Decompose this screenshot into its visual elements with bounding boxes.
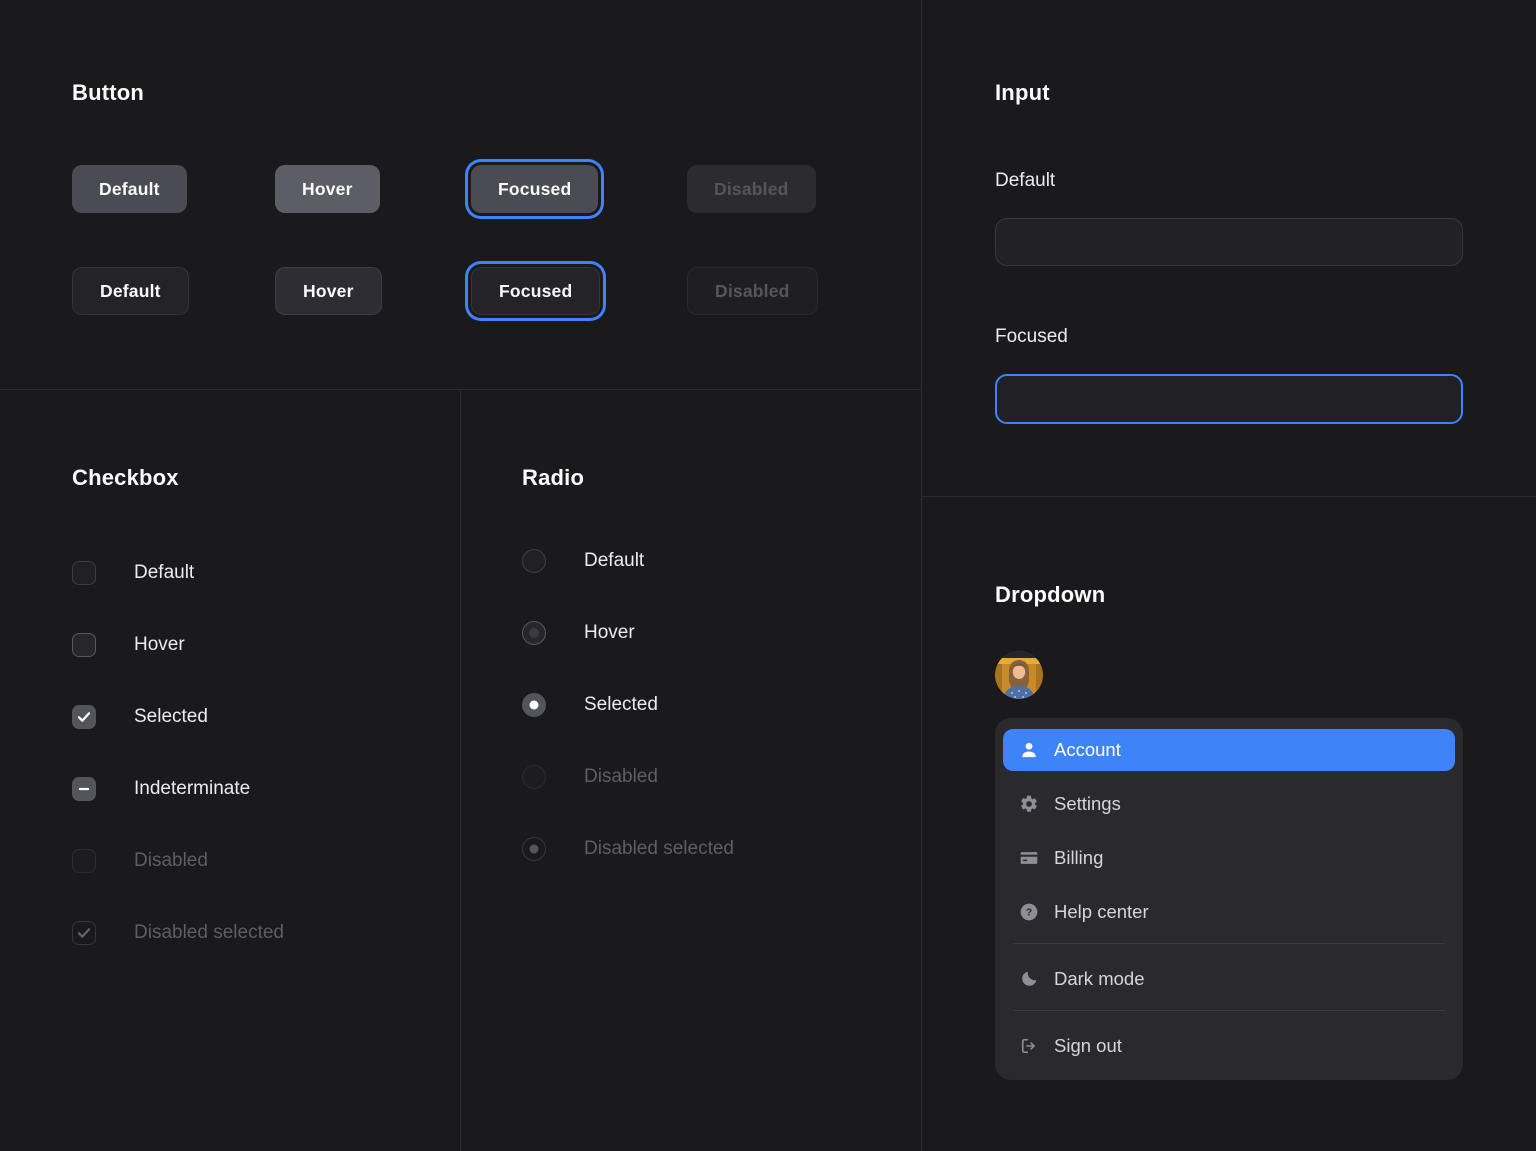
radio-row-default[interactable]: Default [522, 549, 921, 573]
checkbox-row-disabled-selected: Disabled selected [72, 921, 460, 945]
credit-card-icon [1019, 848, 1039, 868]
button-section: Button Default Hover Focused Disabled De… [0, 0, 921, 390]
radio-default[interactable] [522, 549, 546, 573]
text-input-focused[interactable] [995, 374, 1463, 424]
menu-item-settings[interactable]: Settings [1003, 783, 1455, 825]
sign-out-icon [1019, 1036, 1039, 1056]
checkbox-hover[interactable] [72, 633, 96, 657]
radio-label: Default [584, 550, 644, 572]
checkbox-row-indeterminate[interactable]: Indeterminate [72, 777, 460, 801]
input-label-focused: Focused [995, 325, 1536, 349]
checkbox-row-selected[interactable]: Selected [72, 705, 460, 729]
checkbox-disabled [72, 849, 96, 873]
checkbox-indeterminate[interactable] [72, 777, 96, 801]
checkbox-disabled-selected [72, 921, 96, 945]
button-secondary-default[interactable]: Default [72, 267, 189, 315]
section-title-radio: Radio [522, 464, 921, 492]
menu-item-label: Account [1054, 739, 1121, 761]
button-primary-focused[interactable]: Focused [471, 165, 598, 213]
text-input-default[interactable] [995, 218, 1463, 266]
button-primary-disabled: Disabled [687, 165, 816, 213]
radio-row-selected[interactable]: Selected [522, 693, 921, 717]
input-section: Input Default Focused [922, 0, 1536, 497]
menu-item-label: Help center [1054, 901, 1149, 923]
left-column: Button Default Hover Focused Disabled De… [0, 0, 922, 1151]
checkbox-section: Checkbox Default Hover Selected [0, 390, 461, 1151]
radio-row-hover[interactable]: Hover [522, 621, 921, 645]
check-icon [76, 709, 92, 725]
menu-item-account[interactable]: Account [1003, 729, 1455, 771]
button-primary-hover[interactable]: Hover [275, 165, 380, 213]
help-icon: ? [1019, 902, 1039, 922]
radio-dot [530, 845, 539, 854]
avatar[interactable] [995, 651, 1043, 699]
radio-hover[interactable] [522, 621, 546, 645]
radio-label: Disabled selected [584, 838, 734, 860]
radio-disabled-selected [522, 837, 546, 861]
input-label-default: Default [995, 169, 1536, 193]
button-secondary-hover[interactable]: Hover [275, 267, 382, 315]
button-secondary-focused[interactable]: Focused [471, 267, 600, 315]
menu-item-dark-mode[interactable]: Dark mode [1003, 958, 1455, 1000]
radio-row-disabled-selected: Disabled selected [522, 837, 921, 861]
menu-item-label: Billing [1054, 847, 1103, 869]
checkbox-label: Hover [134, 634, 185, 656]
radio-row-disabled: Disabled [522, 765, 921, 789]
checkbox-row-disabled: Disabled [72, 849, 460, 873]
radio-section: Radio Default Hover Selected [461, 390, 921, 1151]
menu-divider [1013, 943, 1445, 944]
section-title-button: Button [72, 79, 921, 107]
menu-item-billing[interactable]: Billing [1003, 837, 1455, 879]
avatar-image [995, 651, 1043, 699]
component-gallery-page: Button Default Hover Focused Disabled De… [0, 0, 1536, 1151]
checkbox-label: Selected [134, 706, 208, 728]
checkbox-label: Default [134, 562, 194, 584]
user-icon [1019, 740, 1039, 760]
checkbox-list: Default Hover Selected [72, 561, 460, 945]
section-title-dropdown: Dropdown [995, 581, 1536, 609]
check-icon [76, 925, 92, 941]
checkbox-default[interactable] [72, 561, 96, 585]
checkbox-label: Disabled [134, 850, 208, 872]
radio-dot [529, 628, 539, 638]
menu-item-label: Dark mode [1054, 968, 1144, 990]
section-title-checkbox: Checkbox [72, 464, 460, 492]
checkbox-selected[interactable] [72, 705, 96, 729]
gear-icon [1019, 794, 1039, 814]
menu-divider [1013, 1010, 1445, 1011]
indeterminate-dash-icon [76, 781, 92, 797]
radio-disabled [522, 765, 546, 789]
menu-item-label: Settings [1054, 793, 1121, 815]
checkbox-label: Indeterminate [134, 778, 250, 800]
radio-dot [530, 701, 539, 710]
radio-label: Selected [584, 694, 658, 716]
checkbox-row-default[interactable]: Default [72, 561, 460, 585]
left-bottom-row: Checkbox Default Hover Selected [0, 390, 921, 1151]
radio-list: Default Hover Selected Disabled [522, 549, 921, 861]
moon-icon [1019, 969, 1039, 989]
button-row-primary: Default Hover Focused Disabled [72, 165, 921, 213]
dropdown-menu: Account Settings Billing ? [995, 718, 1463, 1080]
checkbox-label: Disabled selected [134, 922, 284, 944]
radio-label: Hover [584, 622, 635, 644]
menu-item-sign-out[interactable]: Sign out [1003, 1025, 1455, 1067]
menu-item-label: Sign out [1054, 1035, 1122, 1057]
button-primary-default[interactable]: Default [72, 165, 187, 213]
menu-item-help-center[interactable]: ? Help center [1003, 891, 1455, 933]
button-row-secondary: Default Hover Focused Disabled [72, 267, 921, 315]
radio-selected[interactable] [522, 693, 546, 717]
checkbox-row-hover[interactable]: Hover [72, 633, 460, 657]
dropdown-section: Dropdown [922, 497, 1536, 1151]
radio-label: Disabled [584, 766, 658, 788]
right-column: Input Default Focused Dropdown [922, 0, 1536, 1151]
svg-text:?: ? [1026, 908, 1032, 919]
button-secondary-disabled: Disabled [687, 267, 818, 315]
section-title-input: Input [995, 79, 1536, 107]
